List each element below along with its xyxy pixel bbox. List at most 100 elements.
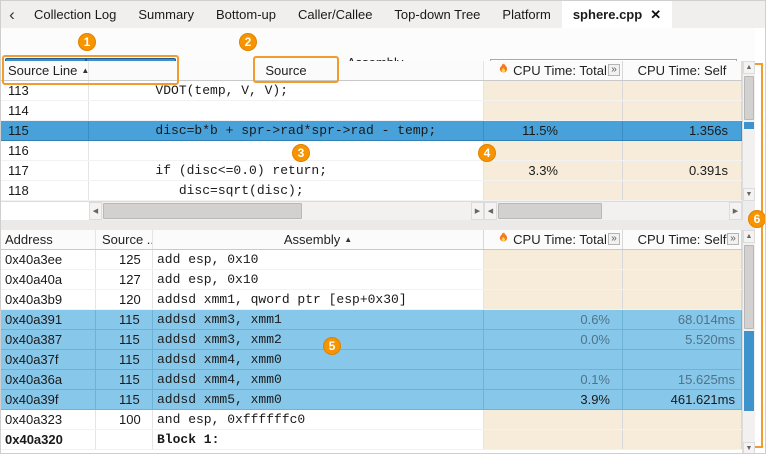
- column-header-source-line[interactable]: Source ...: [96, 230, 153, 249]
- hscroll-thumb[interactable]: [103, 203, 302, 219]
- column-header-cpu-self[interactable]: CPU Time: Self »: [623, 230, 742, 249]
- scroll-up-icon[interactable]: ▲: [743, 61, 755, 74]
- scroll-left-icon[interactable]: ◀: [89, 202, 102, 220]
- flame-icon: [499, 230, 509, 249]
- cpu-total-value: 3.9%: [484, 390, 623, 409]
- tab-caller-callee[interactable]: Caller/Callee: [287, 1, 383, 28]
- source-hscrollbar[interactable]: ◀ ▶: [89, 202, 484, 220]
- source-code: VDOT(temp, V, V);: [89, 81, 484, 100]
- instruction-address: 0x40a320: [1, 430, 96, 449]
- source-row[interactable]: 115 disc=b*b + spr->rad*spr->rad - temp;…: [1, 121, 755, 141]
- assembly-row[interactable]: 0x40a40a127add esp, 0x10: [1, 270, 755, 290]
- tab-label: sphere.cpp: [573, 7, 642, 22]
- right-gutter: [755, 28, 766, 454]
- assembly-row[interactable]: 0x40a320Block 1:: [1, 430, 755, 450]
- cpu-total-value: [484, 250, 623, 269]
- expand-column-icon[interactable]: »: [608, 64, 620, 76]
- cpu-total-value: 3.3%: [484, 161, 623, 180]
- column-header-cpu-self[interactable]: CPU Time: Self: [623, 61, 742, 80]
- assembly-row[interactable]: 0x40a323100and esp, 0xffffffc0: [1, 410, 755, 430]
- column-header-label: CPU Time: Total: [513, 61, 607, 80]
- cpu-total-value: [484, 430, 623, 449]
- vscroll-thumb[interactable]: [744, 245, 754, 329]
- cpu-total-value: [484, 410, 623, 429]
- source-line-number: 100: [96, 410, 153, 429]
- source-row[interactable]: 114: [1, 101, 755, 121]
- assembly-row[interactable]: 0x40a39f115addsd xmm5, xmm03.9%461.621ms: [1, 390, 755, 410]
- source-line-number: 115: [96, 330, 153, 349]
- tab-label: Top-down Tree: [394, 7, 480, 22]
- expand-column-icon[interactable]: »: [608, 233, 620, 245]
- close-icon[interactable]: ✕: [650, 7, 661, 23]
- assembly-row[interactable]: 0x40a3ee125add esp, 0x10: [1, 250, 755, 270]
- tab-sphere-cpp[interactable]: sphere.cpp ✕: [562, 1, 672, 28]
- scroll-right-icon[interactable]: ▶: [471, 202, 484, 220]
- hotspot-marker: [744, 331, 754, 411]
- column-header-label: Assembly: [284, 230, 340, 249]
- source-line-number: 115: [96, 370, 153, 389]
- scroll-left-icon[interactable]: ◀: [484, 202, 497, 220]
- source-code: [89, 141, 484, 160]
- vscroll-thumb[interactable]: [744, 76, 754, 120]
- instruction-address: 0x40a40a: [1, 270, 96, 289]
- cpu-total-value: [484, 181, 623, 200]
- source-code: [89, 101, 484, 120]
- tab-collection-log[interactable]: Collection Log: [23, 1, 127, 28]
- column-header-assembly[interactable]: Assembly ▲: [153, 230, 484, 249]
- tab-summary[interactable]: Summary: [127, 1, 205, 28]
- annotation-badge-4: 4: [478, 144, 496, 162]
- hscroll-thumb[interactable]: [498, 203, 602, 219]
- assembly-code: addsd xmm4, xmm0: [153, 350, 484, 369]
- assembly-row[interactable]: 0x40a391115addsd xmm3, xmm10.6%68.014ms: [1, 310, 755, 330]
- expand-column-icon[interactable]: »: [727, 233, 739, 245]
- column-header-source[interactable]: Source: [89, 61, 484, 80]
- assembly-row[interactable]: 0x40a37f115addsd xmm4, xmm0: [1, 350, 755, 370]
- column-header-label: Source: [265, 61, 306, 80]
- source-row[interactable]: 116: [1, 141, 755, 161]
- column-header-cpu-total[interactable]: CPU Time: Total »: [484, 230, 623, 249]
- assembly-row[interactable]: 0x40a387115addsd xmm3, xmm20.0%5.520ms: [1, 330, 755, 350]
- toolbar: Source Assembly Assembly grouping: Addre…: [1, 28, 766, 61]
- cpu-hscrollbar[interactable]: ◀ ▶: [484, 202, 742, 220]
- assembly-row[interactable]: 0x40a3b9120addsd xmm1, qword ptr [esp+0x…: [1, 290, 755, 310]
- cpu-self-value: [623, 101, 742, 120]
- column-header-source-line[interactable]: Source Line ▲: [1, 61, 89, 80]
- panel-splitter[interactable]: [1, 220, 766, 230]
- tab-label: Platform: [502, 7, 550, 22]
- column-header-cpu-total[interactable]: CPU Time: Total »: [484, 61, 623, 80]
- column-header-address[interactable]: Address: [1, 230, 96, 249]
- assembly-vscrollbar[interactable]: ▲ ▼: [742, 230, 755, 454]
- cpu-self-value: [623, 250, 742, 269]
- scroll-up-icon[interactable]: ▲: [743, 230, 755, 243]
- back-button[interactable]: ‹: [1, 1, 23, 28]
- source-row[interactable]: 113 VDOT(temp, V, V);: [1, 81, 755, 101]
- source-row[interactable]: 118 disc=sqrt(disc);: [1, 181, 755, 201]
- source-row[interactable]: 117 if (disc<=0.0) return;3.3%0.391s: [1, 161, 755, 181]
- source-panel-header: Source Line ▲ Source CPU Time: Total » C…: [1, 61, 755, 81]
- assembly-row[interactable]: 0x40a36a115addsd xmm4, xmm00.1%15.625ms: [1, 370, 755, 390]
- source-vscrollbar[interactable]: ▲ ▼: [742, 61, 755, 201]
- column-header-label: CPU Time: Total: [513, 230, 607, 249]
- assembly-code: add esp, 0x10: [153, 250, 484, 269]
- instruction-address: 0x40a323: [1, 410, 96, 429]
- tab-platform[interactable]: Platform: [491, 1, 561, 28]
- scroll-down-icon[interactable]: ▼: [743, 188, 755, 201]
- assembly-code: addsd xmm3, xmm2: [153, 330, 484, 349]
- source-line-number: 113: [1, 81, 89, 100]
- cpu-self-value: 461.621ms: [623, 390, 742, 409]
- source-line-number: 116: [1, 141, 89, 160]
- cpu-total-value: 0.1%: [484, 370, 623, 389]
- tab-label: Caller/Callee: [298, 7, 372, 22]
- cpu-self-value: 0.391s: [623, 161, 742, 180]
- tab-label: Bottom-up: [216, 7, 276, 22]
- hotspot-marker: [744, 122, 754, 129]
- annotation-badge-6: 6: [748, 210, 766, 228]
- cpu-self-value: [623, 141, 742, 160]
- tab-bar: ‹ Collection LogSummary Bottom-up Caller/C…: [1, 1, 766, 28]
- scroll-down-icon[interactable]: ▼: [743, 442, 755, 454]
- assembly-rows: 0x40a3ee125add esp, 0x100x40a40a127add e…: [1, 250, 766, 450]
- tab-bottom-up[interactable]: Bottom-up: [205, 1, 287, 28]
- instruction-address: 0x40a39f: [1, 390, 96, 409]
- scroll-right-icon[interactable]: ▶: [729, 202, 742, 220]
- tab-top-down-tree[interactable]: Top-down Tree: [383, 1, 491, 28]
